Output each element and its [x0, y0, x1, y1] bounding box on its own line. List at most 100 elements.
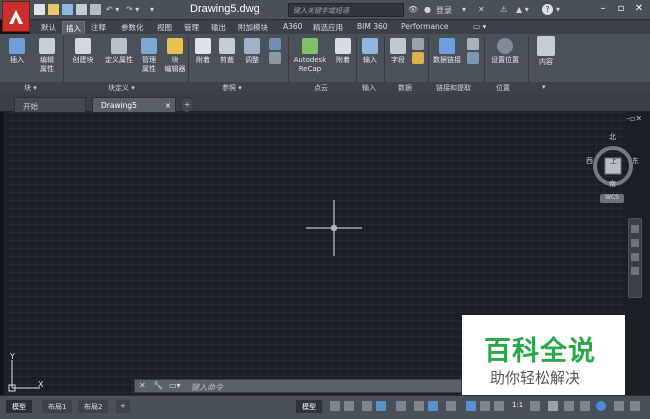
triangle-icon[interactable]: ▲ ▾: [516, 5, 529, 14]
user-icon[interactable]: ●: [424, 5, 431, 14]
wrench-icon[interactable]: 🔧: [153, 381, 163, 390]
recap-button[interactable]: Autodesk ReCap: [290, 38, 330, 74]
customize-icon[interactable]: ▾: [150, 5, 154, 14]
tab-layout2[interactable]: 布局2: [78, 400, 109, 413]
attach-button[interactable]: 附着: [192, 38, 214, 65]
data-tools-icons[interactable]: [410, 38, 426, 66]
ribbon-options-icon[interactable]: ▭ ▾: [470, 21, 489, 34]
field-button[interactable]: 字段: [386, 38, 410, 65]
minimize-button[interactable]: –: [596, 2, 610, 16]
set-location-button[interactable]: 设置位置: [486, 38, 524, 65]
panel-block[interactable]: 块 ▾: [24, 83, 37, 93]
tab-view[interactable]: 视图: [154, 21, 175, 34]
tab-parametric[interactable]: 参数化: [118, 21, 147, 34]
binoculars-icon[interactable]: 👁: [408, 5, 418, 14]
orbit-icon[interactable]: [631, 267, 639, 275]
tab-annotate[interactable]: 注释: [88, 21, 109, 34]
undo-icon[interactable]: ↶ ▾: [106, 5, 119, 14]
maximize-button[interactable]: ▫: [614, 2, 628, 16]
clean-screen-icon[interactable]: [614, 401, 624, 411]
block-editor-button[interactable]: 块编辑器: [162, 38, 188, 74]
print-icon[interactable]: [90, 4, 101, 15]
clip-button[interactable]: 剪裁: [216, 38, 238, 65]
tab-a360[interactable]: A360: [280, 21, 305, 34]
units-icon[interactable]: [564, 401, 574, 411]
viewport-controls-icon[interactable]: –▫✕: [626, 114, 642, 123]
help-dropdown-icon[interactable]: ▾: [556, 5, 560, 14]
login-button[interactable]: 登录: [436, 5, 452, 16]
new-icon[interactable]: [34, 4, 45, 15]
full-navigation-wheel-icon[interactable]: [631, 225, 639, 233]
compass-west[interactable]: 西: [586, 156, 593, 166]
pan-icon[interactable]: [631, 239, 639, 247]
close-command-icon[interactable]: ✕: [139, 381, 146, 390]
annotation-monitor-icon[interactable]: [548, 401, 558, 411]
panel-link-extract[interactable]: 链接和提取: [436, 83, 471, 93]
osnap-icon[interactable]: [428, 401, 438, 411]
tab-addins[interactable]: 附加模块: [235, 21, 271, 34]
a360-icon[interactable]: ⚠: [500, 5, 507, 14]
wcs-menu[interactable]: WCS: [600, 194, 624, 203]
panel-location[interactable]: 位置: [496, 83, 510, 93]
tab-featured-apps[interactable]: 精选应用: [310, 21, 346, 34]
quick-properties-icon[interactable]: [580, 401, 590, 411]
close-tab-icon[interactable]: ×: [165, 101, 171, 110]
close-button[interactable]: ✕: [632, 2, 646, 16]
exchange-icon[interactable]: ✕: [478, 5, 485, 14]
tab-output[interactable]: 输出: [208, 21, 229, 34]
search-input[interactable]: 键入关键字或短语: [288, 3, 404, 17]
define-attribute-button[interactable]: 定义属性: [100, 38, 138, 65]
tab-manage[interactable]: 管理: [181, 21, 202, 34]
saveas-icon[interactable]: [76, 4, 87, 15]
panel-point-cloud[interactable]: 点云: [314, 83, 328, 93]
zoom-icon[interactable]: [631, 253, 639, 261]
content-button[interactable]: 内容: [532, 36, 560, 67]
recent-commands-icon[interactable]: ▭▾: [169, 381, 181, 390]
ortho-icon[interactable]: [362, 401, 372, 411]
reference-tools-icons[interactable]: [266, 38, 284, 66]
annotation-scale-icon[interactable]: [494, 401, 504, 411]
navigation-bar[interactable]: [628, 218, 642, 298]
isolate-objects-icon[interactable]: [596, 401, 606, 411]
redo-icon[interactable]: ↷ ▾: [126, 5, 139, 14]
adjust-button[interactable]: 调整: [240, 38, 264, 65]
customization-menu-icon[interactable]: [630, 401, 640, 411]
compass-north[interactable]: 北: [609, 132, 616, 142]
tab-performance[interactable]: Performance: [398, 21, 452, 34]
save-icon[interactable]: [62, 4, 73, 15]
tab-drawing5[interactable]: Drawing5 ×: [92, 97, 176, 112]
add-layout-button[interactable]: +: [116, 400, 130, 413]
manage-attributes-button[interactable]: 管理 属性: [138, 38, 160, 74]
tab-model[interactable]: 模型: [6, 400, 32, 413]
tab-layout1[interactable]: 布局1: [42, 400, 73, 413]
osnap-tracking-icon[interactable]: [414, 401, 424, 411]
snap-icon[interactable]: [344, 401, 354, 411]
edit-attribute-button[interactable]: 编辑 属性: [32, 38, 62, 74]
tab-bim360[interactable]: BIM 360: [354, 21, 391, 34]
command-input[interactable]: 键入命令: [191, 382, 223, 393]
auto-scale-icon[interactable]: [480, 401, 490, 411]
annotation-visibility-icon[interactable]: [466, 401, 476, 411]
create-block-button[interactable]: 创建块: [66, 38, 100, 65]
pointcloud-attach-button[interactable]: 附着: [332, 38, 354, 65]
extract-tools-icons[interactable]: [466, 38, 480, 66]
lineweight-icon[interactable]: [446, 401, 456, 411]
tab-default[interactable]: 默认: [38, 21, 59, 34]
grid-icon[interactable]: [330, 401, 340, 411]
isodraft-icon[interactable]: [396, 401, 406, 411]
import-button[interactable]: 输入: [358, 38, 382, 65]
scale-readout[interactable]: 1:1: [512, 401, 523, 409]
help-icon[interactable]: ?: [542, 4, 553, 15]
new-tab-button[interactable]: +: [180, 97, 194, 112]
dropdown-icon[interactable]: ▾: [462, 5, 466, 14]
panel-data[interactable]: 数据: [398, 83, 412, 93]
compass-east[interactable]: 东: [632, 156, 639, 166]
viewcube[interactable]: 北 南 西 东 上: [586, 133, 639, 200]
tab-insert[interactable]: 插入: [62, 21, 85, 34]
viewcube-top-face[interactable]: 上: [610, 156, 617, 166]
insert-button[interactable]: 插入: [4, 38, 30, 65]
panel-reference[interactable]: 参照 ▾: [222, 83, 242, 93]
compass-south[interactable]: 南: [609, 179, 616, 189]
open-icon[interactable]: [48, 4, 59, 15]
panel-import[interactable]: 输入: [362, 83, 376, 93]
